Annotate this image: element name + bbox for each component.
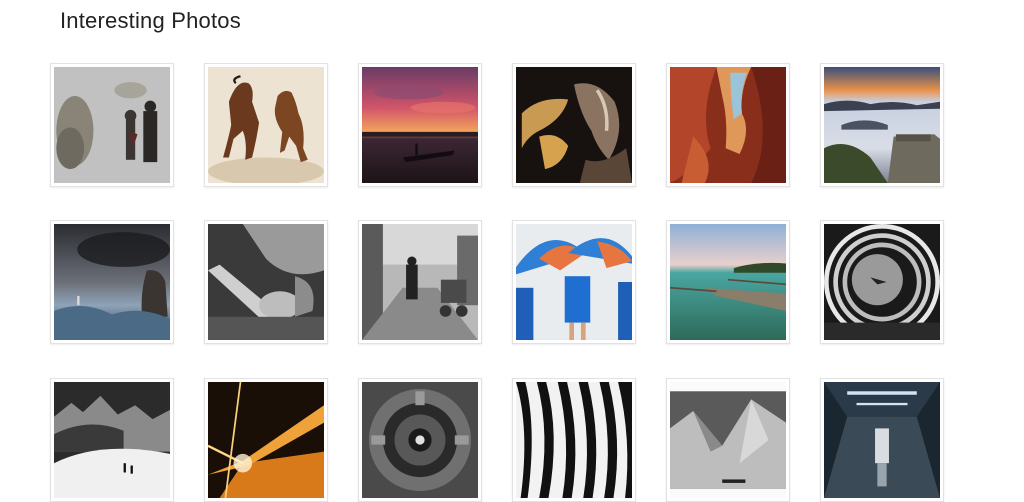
- photo-thumbnail-18[interactable]: [820, 378, 944, 502]
- photo-thumbnail-15[interactable]: [358, 378, 482, 502]
- photo-rearing-horses: [208, 67, 324, 183]
- photo-reflection-couple-umbrella: [54, 67, 170, 183]
- photo-thumbnail-9[interactable]: [358, 220, 482, 344]
- photo-misty-mountains-fort: [824, 67, 940, 183]
- photo-thumbnail-3[interactable]: [358, 63, 482, 187]
- photo-thumbnail-6[interactable]: [820, 63, 944, 187]
- photo-blue-orange-umbrellas: [516, 224, 632, 340]
- photo-canyon-rock-dark: [516, 67, 632, 183]
- photo-thumbnail-16[interactable]: [512, 378, 636, 502]
- photo-bw-mountain-caravan: [670, 382, 786, 498]
- photo-bw-engine-turbine: [362, 382, 478, 498]
- photo-metro-station-hall: [824, 382, 940, 498]
- photo-thumbnail-10[interactable]: [512, 220, 636, 344]
- photo-thumbnail-2[interactable]: [204, 63, 328, 187]
- photo-zebra-stripes: [516, 382, 632, 498]
- photo-grid: [0, 0, 1024, 502]
- photo-thumbnail-1[interactable]: [50, 63, 174, 187]
- photo-thumbnail-4[interactable]: [512, 63, 636, 187]
- photo-thumbnail-14[interactable]: [204, 378, 328, 502]
- photo-thumbnail-12[interactable]: [820, 220, 944, 344]
- photo-antelope-canyon: [670, 67, 786, 183]
- photo-thumbnail-8[interactable]: [204, 220, 328, 344]
- photo-thumbnail-13[interactable]: [50, 378, 174, 502]
- photo-snowy-mountain-hikers: [54, 382, 170, 498]
- photo-tunnel-light-trails: [208, 382, 324, 498]
- photo-tropical-boat-water: [670, 224, 786, 340]
- photo-thumbnail-5[interactable]: [666, 63, 790, 187]
- photo-thumbnail-7[interactable]: [50, 220, 174, 344]
- photo-thumbnail-11[interactable]: [666, 220, 790, 344]
- photo-spiral-building-plane: [824, 224, 940, 340]
- photo-sunset-lake-boat: [362, 67, 478, 183]
- photo-bw-street-market: [362, 224, 478, 340]
- photo-bw-hands-tool: [208, 224, 324, 340]
- photo-thumbnail-17[interactable]: [666, 378, 790, 502]
- photo-storm-sea-lighthouse: [54, 224, 170, 340]
